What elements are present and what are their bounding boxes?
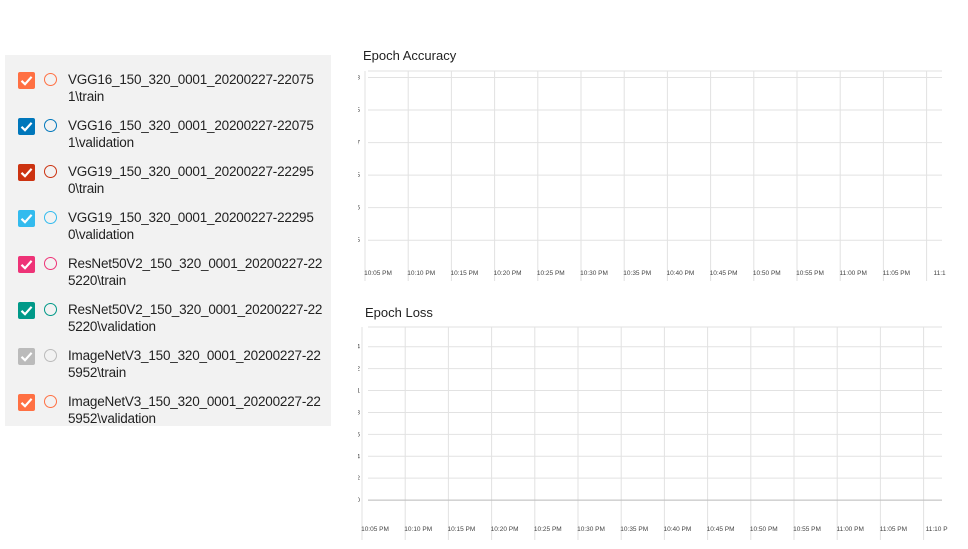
x-tick-label: 10:20 PM xyxy=(491,526,519,533)
run-label: ResNet50V2_150_320_0001_20200227-22 5220\… xyxy=(68,301,322,335)
x-tick-label: 10:10 PM xyxy=(407,270,435,277)
run-checkbox[interactable] xyxy=(18,302,35,319)
run-label-line1: VGG16_150_320_0001_20200227-22075 xyxy=(68,72,314,87)
x-tick-label: 10:45 PM xyxy=(707,526,735,533)
run-label-line1: ImageNetV3_150_320_0001_20200227-22 xyxy=(68,394,321,409)
loss-chart-title: Epoch Loss xyxy=(365,305,433,320)
x-tick-label: 10:25 PM xyxy=(534,526,562,533)
accuracy-chart-title: Epoch Accuracy xyxy=(363,48,457,63)
y-tick-label: 1.2 xyxy=(358,366,360,373)
run-label: VGG16_150_320_0001_20200227-22075 1\valid… xyxy=(68,117,314,151)
run-label-line2: 0\validation xyxy=(68,227,134,242)
y-tick-label: 0.8 xyxy=(358,409,360,416)
run-label-line2: 1\validation xyxy=(68,135,134,150)
y-tick-label: 0.75 xyxy=(358,107,360,114)
run-checkbox[interactable] xyxy=(18,210,35,227)
x-tick-label: 10:25 PM xyxy=(537,270,565,277)
y-tick-label: 0.6 xyxy=(358,431,360,438)
run-row[interactable]: VGG16_150_320_0001_20200227-22075 1\train xyxy=(5,62,331,108)
run-label: VGG19_150_320_0001_20200227-22295 0\train xyxy=(68,163,314,197)
run-label-line2: 5220\validation xyxy=(68,319,156,334)
x-tick-label: 11:05 PM xyxy=(883,270,910,277)
x-tick-label: 10:30 PM xyxy=(580,270,608,277)
x-tick-label: 10:50 PM xyxy=(753,270,781,277)
loss-chart[interactable]: 0 0.2 0.4 0.6 0.8 1 1.2 1.4 10:05 PM 10:10 PM 10:1… xyxy=(358,324,968,544)
run-color-circle-icon[interactable] xyxy=(44,349,57,362)
x-tick-label: 10:05 PM xyxy=(361,526,389,533)
run-checkbox[interactable] xyxy=(18,394,35,411)
x-tick-label: 10:50 PM xyxy=(750,526,778,533)
run-row[interactable]: VGG19_150_320_0001_20200227-22295 0\valid… xyxy=(5,200,331,246)
run-label-line2: 5952\validation xyxy=(68,411,156,426)
x-tick-label: 10:10 PM xyxy=(404,526,432,533)
x-tick-label: 10:20 PM xyxy=(494,270,522,277)
run-checkbox[interactable] xyxy=(18,118,35,135)
run-checkbox[interactable] xyxy=(18,164,35,181)
run-color-circle-icon[interactable] xyxy=(44,303,57,316)
y-tick-label: 1.4 xyxy=(358,344,360,351)
run-color-circle-icon[interactable] xyxy=(44,119,57,132)
x-tick-label: 10:35 PM xyxy=(620,526,648,533)
y-tick-label: 0.8 xyxy=(358,75,360,82)
y-tick-label: 0 xyxy=(358,497,360,504)
x-tick-label: 10:55 PM xyxy=(793,526,821,533)
run-label-line1: ResNet50V2_150_320_0001_20200227-22 xyxy=(68,302,323,317)
run-row[interactable]: ImageNetV3_150_320_0001_20200227-22 5952\… xyxy=(5,384,331,430)
run-label: ResNet50V2_150_320_0001_20200227-22 5220\… xyxy=(68,255,322,289)
run-row[interactable]: VGG16_150_320_0001_20200227-22075 1\valid… xyxy=(5,108,331,154)
run-checkbox[interactable] xyxy=(18,256,35,273)
run-row[interactable]: ResNet50V2_150_320_0001_20200227-22 5220\… xyxy=(5,246,331,292)
run-color-circle-icon[interactable] xyxy=(44,211,57,224)
run-label: VGG16_150_320_0001_20200227-22075 1\train xyxy=(68,71,314,105)
y-tick-label: 0.55 xyxy=(358,237,360,244)
run-checkbox[interactable] xyxy=(18,72,35,89)
x-tick-label: 10:40 PM xyxy=(666,270,694,277)
run-label-line2: 1\train xyxy=(68,89,105,104)
run-label: VGG19_150_320_0001_20200227-22295 0\valid… xyxy=(68,209,314,243)
run-color-circle-icon[interactable] xyxy=(44,165,57,178)
y-tick-label: 0.2 xyxy=(358,475,360,482)
x-tick-label: 11:00 PM xyxy=(837,526,864,533)
accuracy-chart[interactable]: 0.55 0.6 0.65 0.7 0.75 0.8 10:05 PM 10:10 PM 10:… xyxy=(358,68,968,290)
runs-panel: VGG16_150_320_0001_20200227-22075 1\train… xyxy=(5,55,331,426)
run-checkbox[interactable] xyxy=(18,348,35,365)
run-label-line1: VGG19_150_320_0001_20200227-22295 xyxy=(68,164,314,179)
run-label-line2: 5952\train xyxy=(68,365,127,380)
x-tick-label: 10:55 PM xyxy=(796,270,824,277)
run-color-circle-icon[interactable] xyxy=(44,73,57,86)
x-tick-label: 10:15 PM xyxy=(450,270,478,277)
run-label-line1: ImageNetV3_150_320_0001_20200227-22 xyxy=(68,348,321,363)
x-tick-label: 11:05 PM xyxy=(880,526,907,533)
run-label-line1: VGG16_150_320_0001_20200227-22075 xyxy=(68,118,314,133)
run-label-line1: VGG19_150_320_0001_20200227-22295 xyxy=(68,210,314,225)
run-label-line2: 5220\train xyxy=(68,273,127,288)
x-tick-label: 10:30 PM xyxy=(577,526,605,533)
x-tick-label: 10:15 PM xyxy=(447,526,475,533)
y-tick-label: 0.7 xyxy=(358,140,360,147)
run-label: ImageNetV3_150_320_0001_20200227-22 5952\… xyxy=(68,347,321,381)
run-label-line1: ResNet50V2_150_320_0001_20200227-22 xyxy=(68,256,323,271)
x-tick-label: 10:40 PM xyxy=(663,526,691,533)
run-label: ImageNetV3_150_320_0001_20200227-22 5952\… xyxy=(68,393,321,427)
y-tick-label: 1 xyxy=(358,388,360,395)
run-color-circle-icon[interactable] xyxy=(44,257,57,270)
run-row[interactable]: VGG19_150_320_0001_20200227-22295 0\train xyxy=(5,154,331,200)
run-row[interactable]: ImageNetV3_150_320_0001_20200227-22 5952\… xyxy=(5,338,331,384)
x-tick-label: 11:10 P xyxy=(926,526,948,533)
x-tick-label: 10:35 PM xyxy=(623,270,651,277)
run-row[interactable]: ResNet50V2_150_320_0001_20200227-22 5220\… xyxy=(5,292,331,338)
x-tick-label: 11:1 xyxy=(934,270,947,277)
x-tick-label: 10:45 PM xyxy=(710,270,738,277)
x-tick-label: 11:00 PM xyxy=(840,270,867,277)
y-tick-label: 0.4 xyxy=(358,453,360,460)
run-color-circle-icon[interactable] xyxy=(44,395,57,408)
x-tick-label: 10:05 PM xyxy=(364,270,392,277)
y-tick-label: 0.65 xyxy=(358,172,360,179)
y-tick-label: 0.6 xyxy=(358,205,360,212)
run-label-line2: 0\train xyxy=(68,181,105,196)
